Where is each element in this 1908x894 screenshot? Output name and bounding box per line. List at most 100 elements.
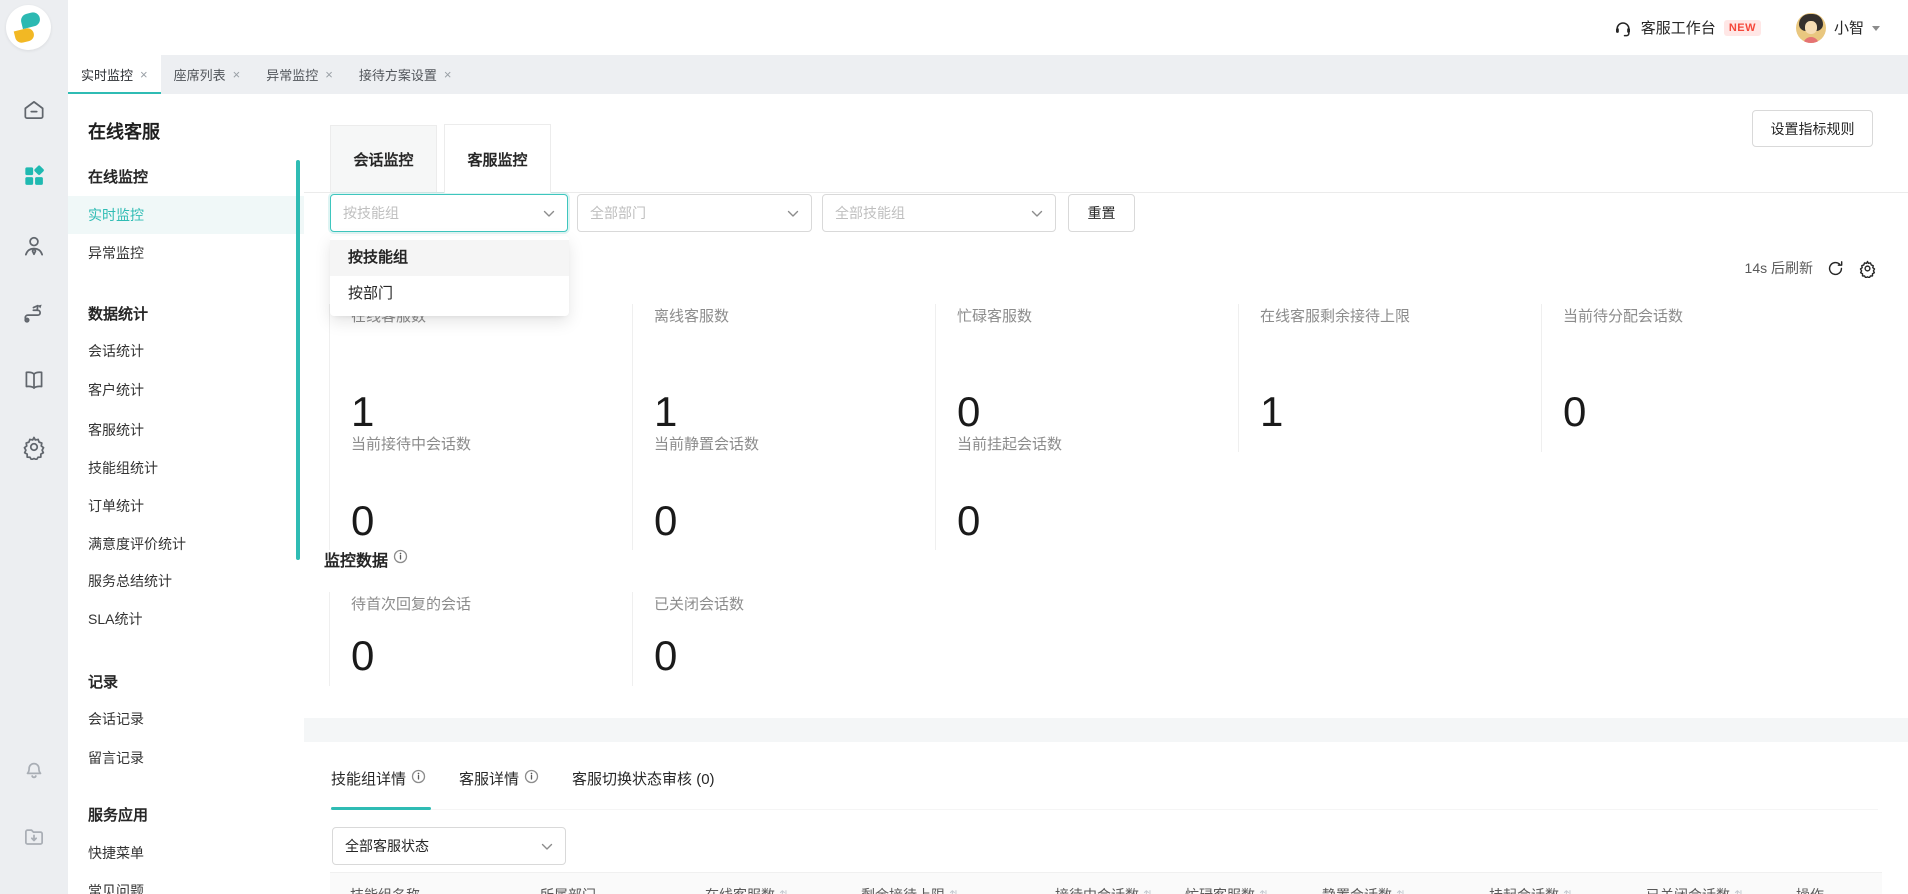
stat-card-held-sessions: 当前挂起会话数 0 [935,432,1238,550]
agent-status-select[interactable]: 全部客服状态 [332,827,566,865]
info-icon[interactable] [524,769,539,788]
nav-scrollbar[interactable] [296,160,300,560]
username: 小智 [1833,20,1864,37]
app-window: 客服工作台 NEW 小智 实时监控 × 座席列表 × 异常监控 × 接待方案设置… [0,0,1908,894]
agent-status-value: 全部客服状态 [345,838,429,854]
table-column-name[interactable]: 技能组名称 [350,885,420,894]
dashboard-icon[interactable] [20,162,48,190]
nav-section-data-stats: 数据统计 [88,306,149,323]
route-icon[interactable] [20,299,48,327]
info-icon[interactable] [411,769,426,788]
tab-label: 异常监控 [266,68,319,83]
dropdown-option-by-skillgroup[interactable]: 按技能组 [330,240,569,276]
left-nav: 在线客服 在线监控 实时监控 异常监控 数据统计 会话统计 客户统计 客服统计 … [68,94,304,894]
tab-session-monitor[interactable]: 会话监控 [330,125,437,193]
nav-item-quick-menu[interactable]: 快捷菜单 [68,834,304,872]
refresh-icon[interactable] [1825,258,1845,278]
nav-item-faq[interactable]: 常见问题 [68,872,304,894]
info-icon[interactable] [393,549,408,569]
table-column-held-sessions[interactable]: 挂起会话数⇅ [1489,885,1573,894]
table-column-closed-sessions[interactable]: 已关闭会话数⇅ [1646,885,1744,894]
stat-card-remaining-capacity: 在线客服剩余接待上限 1 [1238,304,1541,452]
session-cards-row: 当前接待中会话数 0 当前静置会话数 0 当前挂起会话数 0 [329,432,1238,550]
detail-tab-status-audit[interactable]: 客服切换状态审核 (0) [572,766,715,790]
workspace-tab-realtime[interactable]: 实时监控 × [68,55,161,94]
stat-label: 当前接待中会话数 [351,436,472,453]
workbench-switcher[interactable]: 客服工作台 NEW [1613,17,1761,38]
user-menu[interactable]: 小智 [1795,12,1880,43]
nav-item-message-records[interactable]: 留言记录 [68,739,304,777]
sort-icon: ⇅ [1396,888,1406,894]
skillgroup-table-header: 技能组名称 所属部门 在线客服数⇅ 剩余接待上限⇅ 接待中会话数⇅ 忙碌客服数⇅… [330,872,1882,894]
table-column-idle-sessions[interactable]: 静置会话数⇅ [1322,885,1406,894]
workspace-tab-seats[interactable]: 座席列表 × [161,55,254,94]
close-icon[interactable]: × [444,68,452,81]
active-tab-inkbar [331,807,431,810]
download-icon[interactable] [20,823,48,851]
workspace-tab-abnormal[interactable]: 异常监控 × [253,55,346,94]
monitor-title-text: 监控数据 [324,553,389,570]
stat-label: 当前静置会话数 [654,436,760,453]
table-column-actions: 操作 [1796,885,1824,894]
stat-value: 0 [957,497,981,544]
table-column-busy-agents[interactable]: 忙碌客服数⇅ [1185,885,1269,894]
nav-item-sla-stats[interactable]: SLA统计 [68,600,304,638]
detail-tab-agent[interactable]: 客服详情 [459,766,539,790]
bell-icon[interactable] [20,755,48,783]
stat-card-in-service: 当前接待中会话数 0 [329,432,632,550]
groupby-select[interactable]: 按技能组 [330,194,568,232]
stat-card-busy-agents: 忙碌客服数 0 [935,304,1238,452]
stat-value: 1 [1260,388,1284,435]
monitor-tabs: 会话监控 客服监控 [330,124,551,193]
nav-item-satisfaction-stats[interactable]: 满意度评价统计 [68,525,304,563]
nav-item-abnormal-monitor[interactable]: 异常监控 [68,234,304,272]
nav-item-summary-stats[interactable]: 服务总结统计 [68,562,304,600]
workspace-tab-reception-plan[interactable]: 接待方案设置 × [346,55,465,94]
nav-item-session-records[interactable]: 会话记录 [68,700,304,738]
nav-item-session-stats[interactable]: 会话统计 [68,332,304,370]
dropdown-option-by-department[interactable]: 按部门 [330,276,569,312]
table-column-department[interactable]: 所属部门 [540,885,596,894]
refresh-settings-gear-icon[interactable] [1857,258,1877,278]
tab-label: 座席列表 [173,68,226,83]
stat-card-awaiting-first-reply: 待首次回复的会话 0 [329,592,632,686]
tab-label: 实时监控 [81,68,134,83]
nav-item-order-stats[interactable]: 订单统计 [68,487,304,525]
close-icon[interactable]: × [233,68,241,81]
detail-tab-skillgroup[interactable]: 技能组详情 [331,766,426,790]
close-icon[interactable]: × [140,68,148,81]
overview-cards-row: 在线客服数 1 离线客服数 1 忙碌客服数 0 在线客服剩余接待上限 1 当前待… [329,304,1844,452]
tab-agent-monitor[interactable]: 客服监控 [444,124,551,193]
detail-tab-label: 技能组详情 [331,770,407,788]
department-select[interactable]: 全部部门 [577,194,812,232]
nav-item-customer-stats[interactable]: 客户统计 [68,371,304,409]
brand-logo-icon[interactable] [6,5,51,50]
gear-icon[interactable] [20,433,48,461]
avatar [1795,12,1826,43]
table-column-online-agents[interactable]: 在线客服数⇅ [705,885,789,894]
chevron-down-icon [787,205,799,221]
reset-button[interactable]: 重置 [1068,194,1135,232]
skillgroup-placeholder: 全部技能组 [835,205,905,221]
nav-item-realtime-monitor[interactable]: 实时监控 [68,196,304,234]
nav-section-service-apps: 服务应用 [88,807,149,824]
nav-item-skillgroup-stats[interactable]: 技能组统计 [68,449,304,487]
new-badge: NEW [1723,19,1761,36]
detail-tab-label: 客服详情 [459,770,520,788]
agent-icon[interactable] [20,232,48,260]
close-icon[interactable]: × [325,68,333,81]
stat-label: 已关闭会话数 [654,596,745,613]
table-column-remaining-capacity[interactable]: 剩余接待上限⇅ [861,885,959,894]
home-icon[interactable] [20,96,48,124]
icon-sidebar [0,0,68,894]
book-icon[interactable] [20,366,48,394]
stat-card-online-agents: 在线客服数 1 [329,304,632,452]
table-column-in-service[interactable]: 接待中会话数⇅ [1055,885,1153,894]
nav-item-agent-stats[interactable]: 客服统计 [68,411,304,449]
set-indicator-rules-button[interactable]: 设置指标规则 [1752,110,1873,147]
stat-label: 待首次回复的会话 [351,596,472,613]
skillgroup-select[interactable]: 全部技能组 [822,194,1056,232]
stat-value: 0 [654,497,678,544]
chevron-down-icon [541,838,553,854]
stat-card-closed-sessions: 已关闭会话数 0 [632,592,935,686]
